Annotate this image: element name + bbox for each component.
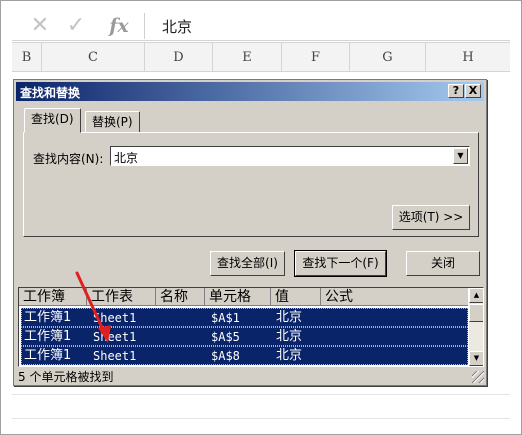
result-value: 北京: [276, 329, 303, 344]
scroll-up-icon[interactable]: ▲: [469, 288, 483, 303]
help-button[interactable]: ?: [448, 84, 464, 98]
result-book: 工作簿1: [24, 310, 72, 325]
close-icon[interactable]: X: [465, 84, 481, 98]
find-what-value[interactable]: 北京: [114, 149, 138, 166]
result-row[interactable]: 工作簿1 Sheet1 $A$8 北京: [21, 346, 468, 365]
column-header-row: B C D E F G H: [12, 42, 510, 72]
formula-input[interactable]: 北京: [162, 16, 192, 37]
results-header-name[interactable]: 名称: [156, 288, 205, 306]
enter-formula-icon[interactable]: ✓: [64, 14, 88, 38]
cancel-formula-icon[interactable]: ✕: [28, 14, 52, 38]
result-book: 工作簿1: [24, 329, 72, 344]
result-cell: $A$1: [211, 311, 240, 325]
results-header-formula[interactable]: 公式: [321, 288, 468, 306]
tab-replace[interactable]: 替换(P): [85, 111, 140, 133]
result-cell: $A$8: [211, 349, 240, 363]
column-header-d[interactable]: D: [145, 43, 213, 72]
result-cell: $A$5: [211, 330, 240, 344]
formula-bar: ✕ ✓ fx 北京: [12, 11, 510, 41]
find-next-button[interactable]: 查找下一个(F): [294, 250, 387, 277]
results-header-cell[interactable]: 单元格: [205, 288, 271, 306]
find-what-label: 查找内容(N):: [33, 152, 104, 166]
dialog-titlebar[interactable]: 查找和替换 ? X: [16, 82, 484, 101]
column-header-f[interactable]: F: [282, 43, 350, 72]
scroll-thumb[interactable]: [469, 304, 483, 322]
result-value: 北京: [276, 348, 303, 363]
column-header-h[interactable]: H: [426, 43, 510, 72]
insert-function-button[interactable]: fx: [102, 14, 136, 38]
close-button[interactable]: 关闭: [406, 251, 480, 276]
column-header-e[interactable]: E: [213, 43, 282, 72]
scroll-down-icon[interactable]: ▼: [469, 351, 483, 366]
column-header-b[interactable]: B: [12, 43, 42, 72]
find-replace-dialog: 查找和替换 ? X 查找(D) 替换(P) 查找内容(N): 北京 ▼ 选项(T…: [13, 79, 487, 386]
tab-find[interactable]: 查找(D): [24, 108, 81, 133]
result-sheet: Sheet1: [93, 349, 137, 363]
chevron-down-icon[interactable]: ▼: [453, 148, 468, 164]
dialog-title: 查找和替换: [20, 86, 81, 100]
formula-bar-divider: [144, 13, 145, 39]
red-arrow-annotation-icon: [75, 271, 111, 343]
results-scrollbar[interactable]: ▲ ▼: [469, 288, 483, 366]
result-book: 工作簿1: [24, 348, 72, 363]
status-text: 5 个单元格被找到: [18, 370, 114, 384]
column-header-c[interactable]: C: [42, 43, 145, 72]
results-header-value[interactable]: 值: [271, 288, 321, 306]
grid-row-line: [12, 394, 510, 395]
column-header-g[interactable]: G: [350, 43, 426, 72]
find-what-combobox[interactable]: 北京 ▼: [110, 146, 470, 166]
find-all-button[interactable]: 查找全部(I): [210, 251, 285, 276]
result-value: 北京: [276, 310, 303, 325]
options-button[interactable]: 选项(T) >>: [392, 205, 470, 230]
grid-row-line: [12, 418, 510, 419]
resize-grip-icon[interactable]: [472, 371, 484, 383]
